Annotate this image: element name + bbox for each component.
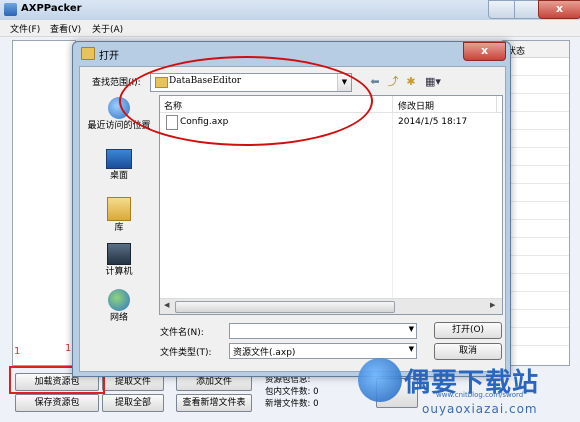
filename-input[interactable]: ▼	[229, 323, 417, 339]
view-menu-icon[interactable]: ▦▾	[422, 75, 444, 89]
dialog-close-button[interactable]: x	[463, 42, 506, 61]
open-button[interactable]: 打开(O)	[434, 322, 502, 339]
view-added-table-button[interactable]: 查看新增文件表	[176, 394, 252, 412]
app-title: AXPPacker	[21, 3, 82, 14]
computer-icon	[107, 243, 131, 265]
app-logo-icon	[4, 3, 17, 16]
scroll-right-icon[interactable]: ▶	[490, 301, 495, 309]
column-divider	[392, 113, 393, 298]
watermark-url-small: www.cnitblog.com/sword	[436, 391, 524, 399]
file-count-label: 包内文件数: 0	[265, 387, 319, 397]
menu-file[interactable]: 文件(F)	[10, 22, 40, 35]
extract-all-button[interactable]: 提取全部	[102, 394, 164, 412]
dialog-title: 打开	[99, 51, 119, 62]
cancel-button[interactable]: 取消	[434, 343, 502, 360]
watermark-url-big: ouyaoxiazai.com	[422, 402, 538, 416]
place-library[interactable]: 库	[84, 197, 154, 234]
watermark-logo-icon	[358, 358, 402, 402]
filename-label: 文件名(N):	[160, 328, 204, 338]
chevron-down-icon[interactable]: ▼	[409, 345, 414, 353]
maximize-button[interactable]	[514, 0, 541, 19]
scroll-left-icon[interactable]: ◀	[164, 301, 169, 309]
place-label: 库	[114, 223, 124, 233]
main-close-button[interactable]: x	[538, 0, 580, 19]
grid-header: 状态	[503, 41, 569, 58]
column-date-header[interactable]: 修改日期	[398, 99, 434, 112]
annotation-ellipse	[119, 56, 373, 146]
left-list-panel[interactable]	[12, 40, 76, 366]
place-network[interactable]: 网络	[84, 289, 154, 324]
annotation-number-2: 1	[65, 343, 72, 354]
back-arrow-icon[interactable]: ⬅	[368, 75, 382, 89]
new-folder-icon[interactable]: ✱	[404, 75, 418, 89]
folder-open-icon	[81, 47, 95, 60]
desktop-icon	[106, 149, 132, 169]
added-count-label: 新增文件数: 0	[265, 399, 319, 409]
filetype-label: 文件类型(T):	[160, 348, 212, 358]
place-desktop[interactable]: 桌面	[84, 149, 154, 182]
places-bar: 最近访问的位置 桌面 库 计算机 网络	[84, 93, 154, 363]
file-grid[interactable]: 状态	[502, 40, 570, 366]
filetype-select[interactable]: 资源文件(.axp) ▼	[229, 343, 417, 359]
save-package-button[interactable]: 保存资源包	[15, 394, 99, 412]
minimize-button[interactable]	[488, 0, 516, 19]
filetype-value: 资源文件(.axp)	[233, 348, 296, 358]
place-label: 桌面	[109, 171, 128, 181]
chevron-down-icon[interactable]: ▼	[409, 325, 414, 333]
annotation-number-1: 1	[14, 346, 21, 357]
scrollbar-thumb[interactable]	[175, 301, 395, 313]
network-icon	[108, 289, 130, 311]
place-label: 计算机	[105, 267, 133, 277]
main-title-bar: AXPPacker x	[0, 0, 580, 20]
file-date: 2014/1/5 18:17	[398, 117, 468, 127]
horizontal-scrollbar[interactable]: ◀ ▶	[160, 298, 502, 314]
library-icon	[107, 197, 131, 221]
menu-view[interactable]: 查看(V)	[50, 22, 81, 35]
menu-about[interactable]: 关于(A)	[92, 22, 123, 35]
up-folder-icon[interactable]: ⤴	[386, 75, 400, 89]
place-computer[interactable]: 计算机	[84, 243, 154, 278]
main-menu-bar: 文件(F) 查看(V) 关于(A)	[0, 20, 580, 37]
place-label: 网络	[109, 313, 128, 323]
